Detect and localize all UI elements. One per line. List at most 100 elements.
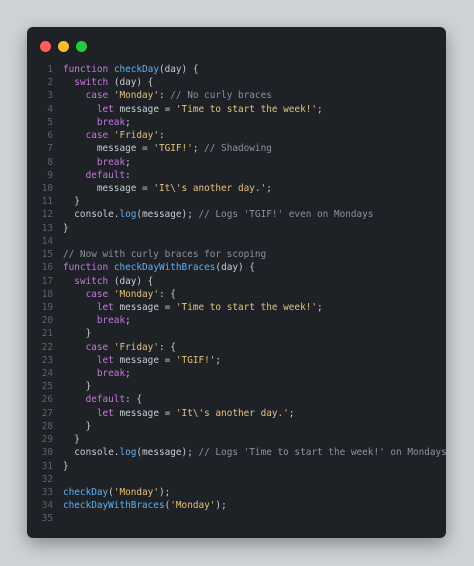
code-token: break	[96, 156, 126, 168]
code-token: }	[63, 381, 92, 393]
code-token: 'Friday'	[113, 341, 159, 353]
code-token: 'It\'s another day.'	[175, 407, 289, 419]
code-token: message =	[119, 354, 176, 366]
line-number: 30	[41, 447, 53, 459]
code-text: }	[63, 380, 92, 393]
code-line: 32	[27, 473, 446, 486]
code-token: 'Time to start the week!'	[175, 103, 318, 115]
code-line: 5 break;	[27, 116, 446, 129]
code-token: 'Time to start the week!'	[175, 301, 318, 313]
code-line: 17 switch (day) {	[27, 275, 446, 288]
code-token: log	[119, 209, 137, 221]
code-text: }	[63, 460, 69, 473]
code-text: // Now with curly braces for scoping	[63, 248, 266, 261]
code-text: checkDay('Monday');	[63, 486, 170, 499]
code-line: 22 case 'Friday': {	[27, 341, 446, 354]
code-text: let message = 'TGIF!';	[63, 354, 221, 367]
maximize-button[interactable]	[76, 41, 87, 52]
code-token: (day) {	[108, 77, 154, 89]
line-number: 32	[41, 473, 53, 485]
code-token: 'Friday'	[113, 130, 159, 142]
code-line: 1 function checkDay(day) {	[27, 63, 446, 76]
line-number: 18	[41, 288, 53, 300]
code-token: (message);	[136, 209, 199, 221]
code-token: ;	[125, 368, 131, 380]
code-token: 'It\'s another day.'	[153, 182, 267, 194]
close-button[interactable]	[40, 41, 51, 52]
code-line: 4 let message = 'Time to start the week!…	[27, 103, 446, 116]
code-token: let	[96, 407, 120, 419]
line-number: 11	[41, 196, 53, 208]
line-number: 24	[41, 368, 53, 380]
code-line: 3 case 'Monday': // No curly braces	[27, 89, 446, 102]
line-number: 26	[41, 394, 53, 406]
code-text: break;	[63, 314, 131, 327]
line-number: 16	[41, 262, 53, 274]
code-token: );	[215, 500, 227, 512]
code-line: 10 message = 'It\'s another day.';	[27, 182, 446, 195]
line-number: 2	[47, 77, 53, 89]
line-number: 8	[47, 156, 53, 168]
code-token: message =	[63, 143, 154, 155]
code-token: ;	[125, 156, 131, 168]
code-token: :	[125, 169, 131, 181]
line-number: 27	[41, 407, 53, 419]
line-number: 34	[41, 500, 53, 512]
code-line: 35	[27, 512, 446, 525]
code-line: 34 checkDayWithBraces('Monday');	[27, 499, 446, 512]
code-token: ;	[215, 354, 222, 366]
line-number: 25	[41, 381, 53, 393]
line-number: 33	[41, 487, 53, 498]
code-token: checkDay	[63, 487, 109, 498]
code-token: );	[158, 487, 171, 498]
code-token: ;	[125, 315, 131, 327]
code-token: 'TGIF!'	[175, 354, 216, 366]
code-token: :	[158, 130, 165, 142]
code-token: ;	[317, 103, 323, 115]
code-token: case	[85, 90, 114, 102]
line-number: 35	[41, 513, 53, 525]
line-number: 6	[47, 130, 53, 142]
code-line: 7 message = 'TGIF!'; // Shadowing	[27, 142, 446, 155]
code-line: 25 }	[27, 380, 446, 393]
code-text: break;	[63, 116, 131, 129]
code-line: 2 switch (day) {	[27, 76, 446, 89]
code-text: }	[63, 195, 80, 208]
line-number: 29	[41, 434, 53, 446]
code-token: 'Monday'	[113, 487, 159, 498]
line-number: 28	[41, 420, 53, 432]
line-number: 9	[47, 169, 53, 181]
code-text: default: {	[63, 393, 142, 406]
code-token: }	[63, 420, 92, 432]
code-token: }	[63, 460, 69, 472]
code-line: 27 let message = 'It\'s another day.';	[27, 407, 446, 420]
code-text: case 'Friday':	[63, 129, 165, 142]
minimize-button[interactable]	[58, 41, 69, 52]
code-token: 'Monday'	[113, 90, 159, 102]
code-token: // No curly braces	[170, 90, 272, 102]
code-editor[interactable]: 1 function checkDay(day) {2 switch (day) …	[27, 63, 446, 526]
code-token: let	[96, 354, 120, 366]
code-text: default:	[63, 169, 131, 182]
code-token: break	[96, 116, 126, 128]
code-token: }	[63, 434, 80, 446]
code-token: }	[63, 222, 69, 234]
code-text: switch (day) {	[63, 275, 153, 288]
code-token: let	[96, 103, 120, 115]
code-text: console.log(message); // Logs 'TGIF!' ev…	[63, 208, 373, 221]
code-token: : {	[125, 394, 143, 406]
code-text: case 'Friday': {	[63, 341, 176, 354]
code-line: 18 case 'Monday': {	[27, 288, 446, 301]
code-text: }	[63, 420, 92, 433]
code-text: }	[63, 327, 92, 340]
line-number: 15	[41, 249, 53, 261]
code-text: let message = 'Time to start the week!';	[63, 103, 323, 116]
code-text: break;	[63, 156, 131, 169]
